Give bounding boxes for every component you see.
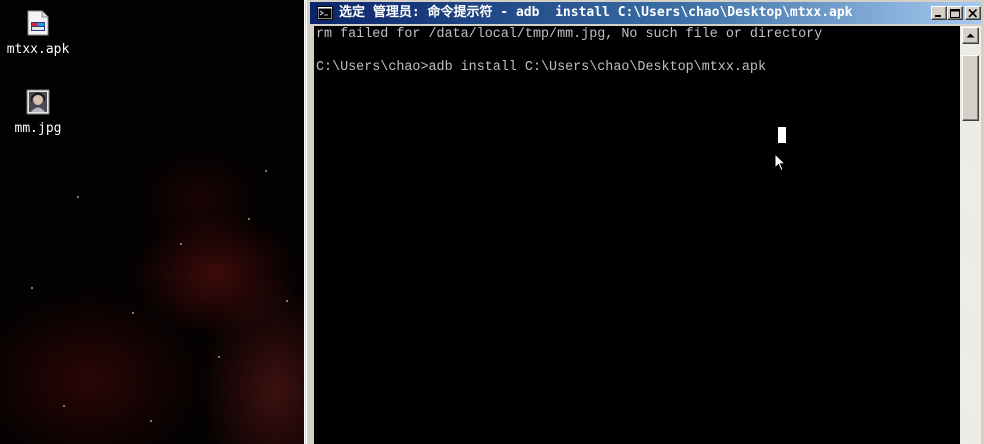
close-button[interactable] [965,6,981,20]
window-titlebar[interactable]: 选定 管理员: 命令提示符 - adb install C:\Users\cha… [310,2,981,24]
console-line: C:\Users\chao>adb install C:\Users\chao\… [316,60,766,75]
background-star [77,196,79,198]
jpg-image-icon [26,89,50,115]
maximize-button[interactable] [947,6,963,20]
background-star [248,218,250,220]
background-star [150,420,152,422]
console-window[interactable]: 选定 管理员: 命令提示符 - adb install C:\Users\cha… [304,0,984,444]
background-star [63,405,65,407]
background-star [286,300,288,302]
scrollbar-thumb[interactable] [962,55,979,121]
background-star [180,243,182,245]
background-star [132,312,134,314]
desktop-icon-apk[interactable]: mtxx.apk [0,10,76,57]
scroll-up-button[interactable] [962,27,979,44]
console-output[interactable]: rm failed for /data/local/tmp/mm.jpg, No… [314,26,960,444]
apk-file-icon [27,10,49,36]
minimize-icon [935,15,941,17]
maximize-icon [950,9,960,18]
vertical-scrollbar[interactable] [960,26,981,444]
background-star [31,287,33,289]
close-icon [968,9,978,18]
scroll-up-arrow-icon [966,33,975,38]
desktop-icon-label: mtxx.apk [6,42,70,57]
cmd-console-icon[interactable] [317,6,333,20]
desktop-icon-jpg[interactable]: mm.jpg [0,89,76,136]
text-cursor [778,127,786,143]
minimize-button[interactable] [931,6,947,20]
background-star [265,170,267,172]
background-star [218,356,220,358]
mouse-pointer-icon [774,152,787,178]
window-title: 选定 管理员: 命令提示符 - adb install C:\Users\cha… [339,5,853,20]
desktop-icon-label: mm.jpg [14,121,62,136]
console-line: rm failed for /data/local/tmp/mm.jpg, No… [316,27,823,42]
